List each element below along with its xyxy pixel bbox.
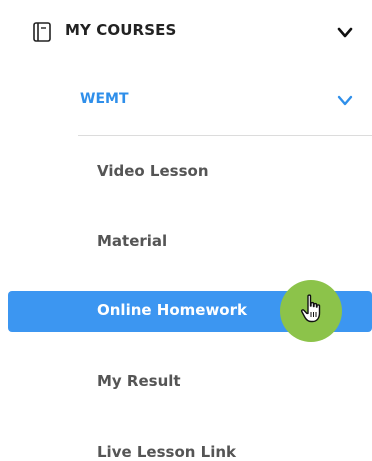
cursor-highlight xyxy=(280,280,342,342)
my-courses-title: MY COURSES xyxy=(65,21,177,39)
menu-item-label: Live Lesson Link xyxy=(97,443,237,461)
hand-pointer-icon xyxy=(300,294,321,323)
menu-item-label: Video Lesson xyxy=(97,162,209,180)
book-icon xyxy=(33,22,51,42)
menu-item-live-lesson-link[interactable]: Live Lesson Link xyxy=(8,433,372,461)
menu-item-label: Material xyxy=(97,232,168,250)
menu-item-video-lesson[interactable]: Video Lesson xyxy=(8,152,372,193)
course-wemt-header[interactable] xyxy=(0,64,372,136)
course-title[interactable]: WEMT xyxy=(80,91,129,107)
course-menu: MY COURSES WEMT Video Lesson Material On… xyxy=(0,0,372,461)
menu-item-label: My Result xyxy=(97,372,181,390)
my-courses-header[interactable]: MY COURSES xyxy=(0,0,372,64)
menu-item-my-result[interactable]: My Result xyxy=(8,362,372,403)
chevron-down-icon[interactable] xyxy=(337,27,353,39)
chevron-down-icon[interactable] xyxy=(337,95,353,107)
menu-item-material[interactable]: Material xyxy=(8,222,372,263)
menu-item-label: Online Homework xyxy=(97,301,247,319)
divider xyxy=(78,135,372,136)
